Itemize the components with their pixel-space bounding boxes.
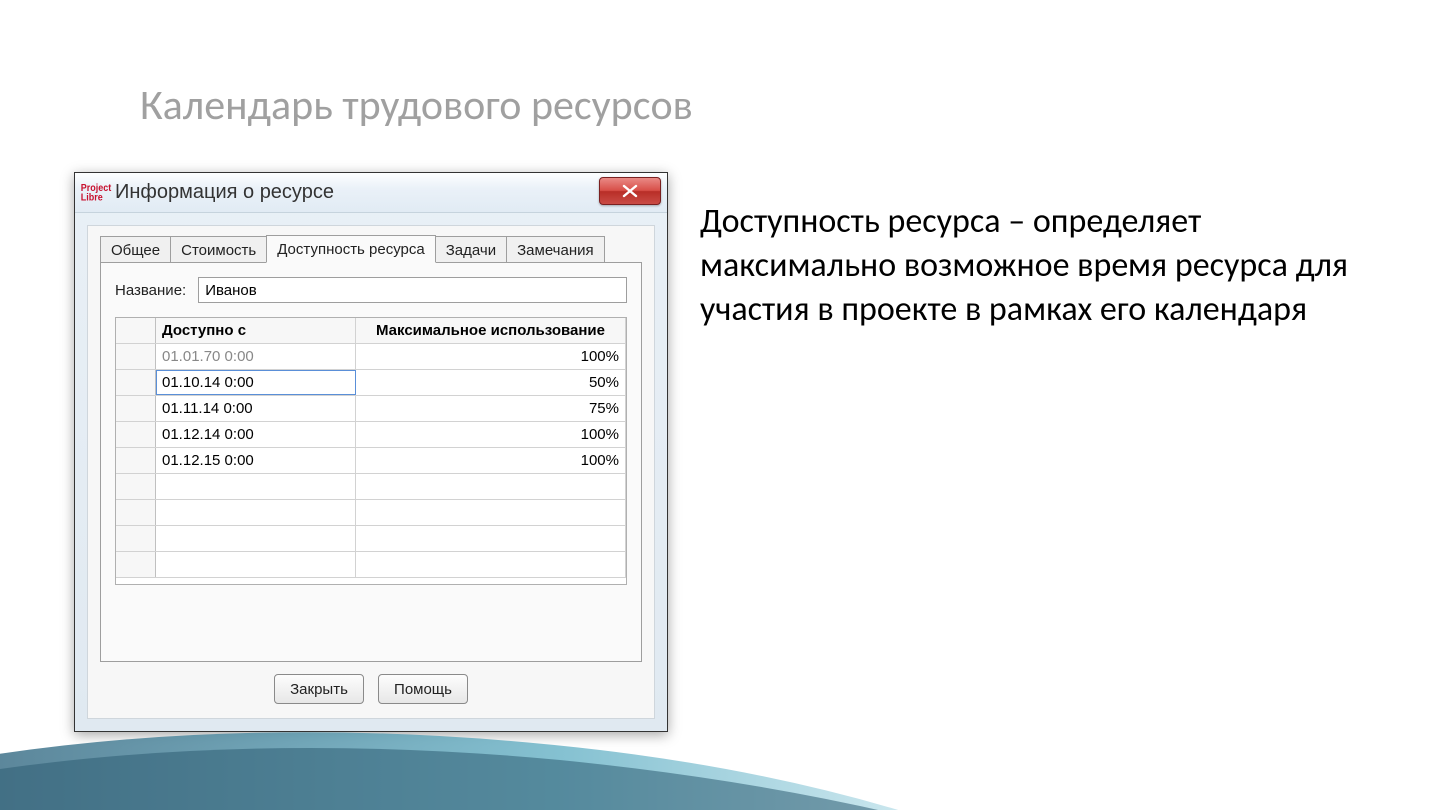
row-handle[interactable] bbox=[116, 370, 156, 395]
help-button[interactable]: Помощь bbox=[378, 674, 468, 704]
grid-row[interactable]: 01.12.15 0:00100% bbox=[116, 448, 626, 474]
cell-available-from[interactable]: 01.10.14 0:00 bbox=[156, 370, 356, 395]
row-handle[interactable] bbox=[116, 474, 156, 499]
cell-available-from[interactable] bbox=[156, 474, 356, 499]
cell-available-from[interactable]: 01.12.14 0:00 bbox=[156, 422, 356, 447]
tab-strip: Общее Стоимость Доступность ресурса Зада… bbox=[88, 226, 654, 262]
cell-max-utilization[interactable] bbox=[356, 526, 626, 551]
name-label: Название: bbox=[115, 282, 186, 299]
grid-row[interactable] bbox=[116, 474, 626, 500]
slide-title: Календарь трудового ресурсов bbox=[140, 80, 693, 131]
grid-row[interactable]: 01.01.70 0:00100% bbox=[116, 344, 626, 370]
cell-max-utilization[interactable]: 50% bbox=[356, 370, 626, 395]
row-handle[interactable] bbox=[116, 552, 156, 577]
dialog-button-row: Закрыть Помощь bbox=[88, 674, 654, 704]
app-icon: Project Libre bbox=[85, 182, 107, 204]
tab-general[interactable]: Общее bbox=[100, 236, 171, 263]
tab-cost[interactable]: Стоимость bbox=[170, 236, 267, 263]
close-button[interactable]: Закрыть bbox=[274, 674, 364, 704]
row-handle[interactable] bbox=[116, 526, 156, 551]
row-handle[interactable] bbox=[116, 344, 156, 369]
cell-available-from[interactable]: 01.11.14 0:00 bbox=[156, 396, 356, 421]
explanation-text: Доступность ресурса – определяет максима… bbox=[700, 200, 1360, 333]
app-icon-text: Project Libre bbox=[81, 183, 112, 203]
availability-pane: Название: Доступно с Максимальное исполь… bbox=[100, 262, 642, 662]
cell-max-utilization[interactable]: 75% bbox=[356, 396, 626, 421]
grid-header-row: Доступно с Максимальное использование bbox=[116, 318, 626, 344]
cell-max-utilization[interactable]: 100% bbox=[356, 448, 626, 473]
row-handle[interactable] bbox=[116, 448, 156, 473]
grid-row[interactable] bbox=[116, 526, 626, 552]
title-bar: Project Libre Информация о ресурсе bbox=[75, 173, 667, 213]
row-handle[interactable] bbox=[116, 422, 156, 447]
tab-notes[interactable]: Замечания bbox=[506, 236, 605, 263]
slide: Календарь трудового ресурсов Доступность… bbox=[0, 0, 1440, 810]
resource-info-dialog: Project Libre Информация о ресурсе Общее… bbox=[74, 172, 668, 732]
cell-max-utilization[interactable] bbox=[356, 500, 626, 525]
grid-corner bbox=[116, 318, 156, 343]
row-handle[interactable] bbox=[116, 396, 156, 421]
cell-available-from[interactable] bbox=[156, 552, 356, 577]
grid-row[interactable]: 01.12.14 0:00100% bbox=[116, 422, 626, 448]
grid-row[interactable] bbox=[116, 552, 626, 578]
cell-max-utilization[interactable] bbox=[356, 552, 626, 577]
col-header-util[interactable]: Максимальное использование bbox=[356, 318, 626, 343]
dialog-body: Общее Стоимость Доступность ресурса Зада… bbox=[87, 225, 655, 719]
availability-grid[interactable]: Доступно с Максимальное использование 01… bbox=[115, 317, 627, 585]
cell-available-from[interactable]: 01.12.15 0:00 bbox=[156, 448, 356, 473]
cell-max-utilization[interactable] bbox=[356, 474, 626, 499]
close-icon bbox=[621, 184, 639, 198]
tab-tasks[interactable]: Задачи bbox=[435, 236, 507, 263]
close-window-button[interactable] bbox=[599, 177, 661, 205]
cell-max-utilization[interactable]: 100% bbox=[356, 344, 626, 369]
name-row: Название: bbox=[115, 277, 627, 303]
tab-availability[interactable]: Доступность ресурса bbox=[266, 235, 436, 263]
grid-row[interactable]: 01.10.14 0:0050% bbox=[116, 370, 626, 396]
cell-available-from[interactable] bbox=[156, 526, 356, 551]
cell-available-from[interactable]: 01.01.70 0:00 bbox=[156, 344, 356, 369]
grid-row[interactable]: 01.11.14 0:0075% bbox=[116, 396, 626, 422]
name-input[interactable] bbox=[198, 277, 627, 303]
grid-row[interactable] bbox=[116, 500, 626, 526]
row-handle[interactable] bbox=[116, 500, 156, 525]
cell-available-from[interactable] bbox=[156, 500, 356, 525]
col-header-from[interactable]: Доступно с bbox=[156, 318, 356, 343]
window-title: Информация о ресурсе bbox=[115, 181, 334, 204]
cell-max-utilization[interactable]: 100% bbox=[356, 422, 626, 447]
